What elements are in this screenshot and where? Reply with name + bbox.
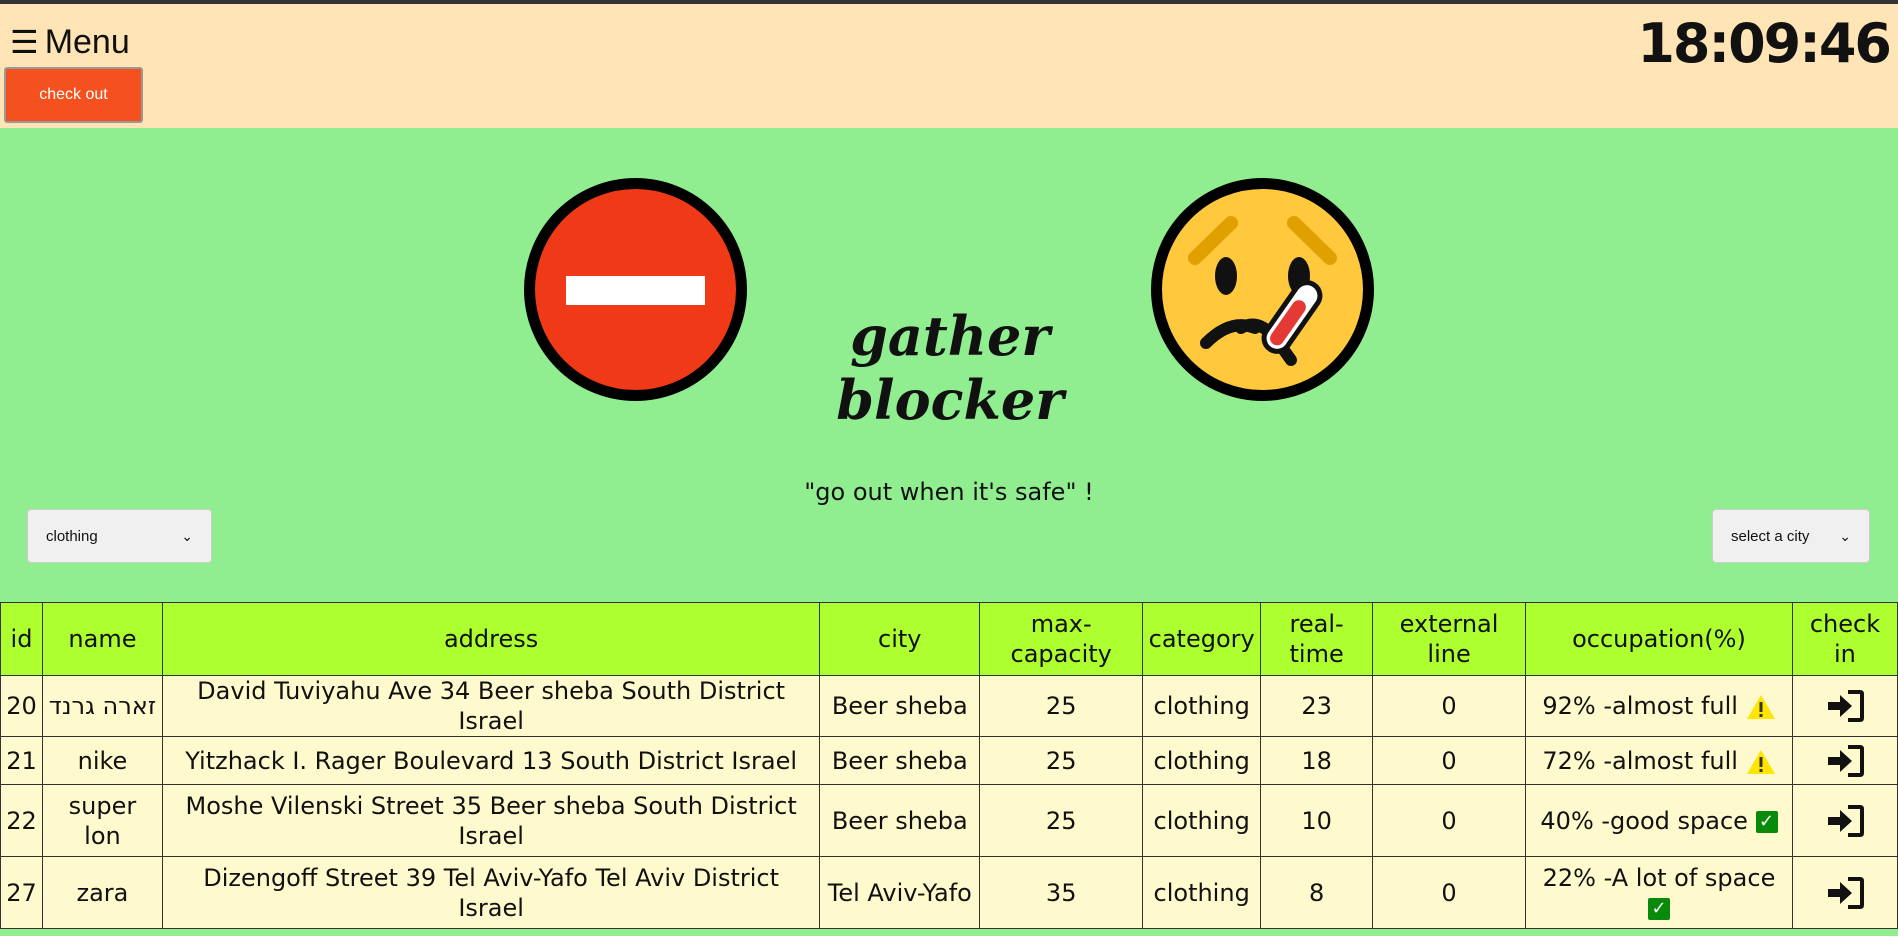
cell-name: nike bbox=[41, 736, 163, 785]
cell-real-time: 10 bbox=[1260, 784, 1374, 857]
sick-face-icon bbox=[1151, 178, 1374, 401]
cell-name: super lon bbox=[41, 784, 163, 857]
chevron-down-icon: ⌄ bbox=[181, 527, 193, 544]
cell-id: 27 bbox=[0, 856, 43, 929]
column-header: city bbox=[819, 602, 981, 676]
cell-address: Dizengoff Street 39 Tel Aviv-Yafo Tel Av… bbox=[161, 856, 821, 929]
slogan: "go out when it's safe" ! bbox=[804, 478, 1094, 506]
cell-check-in bbox=[1791, 736, 1898, 785]
table-header-row: id name address city max-capacity catego… bbox=[0, 602, 1898, 676]
cell-id: 22 bbox=[0, 784, 43, 857]
cell-occupation: 92% -almost full bbox=[1525, 675, 1793, 737]
cell-city: Beer sheba bbox=[819, 784, 981, 857]
cell-name: זארה גרנד bbox=[41, 675, 163, 737]
cell-category: clothing bbox=[1142, 784, 1262, 857]
cell-city: Beer sheba bbox=[819, 675, 981, 737]
cell-id: 20 bbox=[0, 675, 43, 737]
table-row: 21 nike Yitzhack I. Rager Boulevard 13 S… bbox=[0, 736, 1898, 785]
cell-category: clothing bbox=[1142, 856, 1262, 929]
hero-section: gather blocker "go out when it's safe" !… bbox=[0, 128, 1898, 598]
table-row: 20 זארה גרנד David Tuviyahu Ave 34 Beer … bbox=[0, 675, 1898, 737]
sign-in-icon[interactable] bbox=[1826, 690, 1864, 722]
menu-label: Menu bbox=[44, 23, 130, 61]
checkout-button[interactable]: check out bbox=[4, 67, 143, 123]
column-header: name bbox=[41, 602, 163, 676]
hamburger-icon: ☰ bbox=[10, 24, 39, 60]
warning-icon bbox=[1746, 695, 1775, 719]
cell-category: clothing bbox=[1142, 675, 1262, 737]
check-mark-icon: ✓ bbox=[1755, 810, 1778, 833]
occupation-text: 72% -almost full bbox=[1542, 746, 1738, 775]
warning-icon bbox=[1746, 749, 1775, 774]
cell-occupation: 40% -good space ✓ bbox=[1525, 784, 1793, 857]
sign-in-icon[interactable] bbox=[1826, 876, 1864, 909]
city-select[interactable]: select a city ⌄ bbox=[1712, 509, 1870, 563]
no-entry-icon bbox=[524, 178, 747, 401]
cell-real-time: 8 bbox=[1260, 856, 1374, 929]
chevron-down-icon: ⌄ bbox=[1839, 527, 1851, 544]
cell-category: clothing bbox=[1142, 736, 1262, 785]
cell-external-line: 0 bbox=[1372, 736, 1527, 785]
category-select-value: clothing bbox=[46, 527, 98, 545]
cell-occupation: 22% -A lot of space ✓ bbox=[1525, 856, 1793, 929]
cell-id: 21 bbox=[0, 736, 43, 785]
stores-table: id name address city max-capacity catego… bbox=[0, 602, 1898, 929]
cell-external-line: 0 bbox=[1372, 856, 1527, 929]
cell-check-in bbox=[1791, 784, 1898, 857]
cell-real-time: 23 bbox=[1260, 675, 1374, 737]
cell-max-capacity: 25 bbox=[979, 736, 1144, 785]
clock: 18:09:46 bbox=[1637, 12, 1892, 75]
cell-external-line: 0 bbox=[1372, 784, 1527, 857]
city-select-value: select a city bbox=[1731, 527, 1810, 545]
column-header: address bbox=[161, 602, 821, 676]
cell-max-capacity: 25 bbox=[979, 784, 1144, 857]
cell-address: Moshe Vilenski Street 35 Beer sheba Sout… bbox=[161, 784, 821, 857]
check-mark-icon: ✓ bbox=[1647, 897, 1670, 920]
menu-button[interactable]: ☰ Menu bbox=[10, 22, 130, 62]
cell-real-time: 18 bbox=[1260, 736, 1374, 785]
category-select[interactable]: clothing ⌄ bbox=[27, 509, 212, 563]
sign-in-icon[interactable] bbox=[1826, 744, 1864, 777]
cell-max-capacity: 35 bbox=[979, 856, 1144, 929]
table-row: 22 super lon Moshe Vilenski Street 35 Be… bbox=[0, 784, 1898, 857]
sign-in-icon[interactable] bbox=[1826, 804, 1864, 837]
cell-check-in bbox=[1791, 856, 1898, 929]
cell-city: Beer sheba bbox=[819, 736, 981, 785]
column-header: max-capacity bbox=[979, 602, 1144, 676]
top-header: ☰ Menu check out 18:09:46 bbox=[0, 4, 1898, 128]
column-header: real-time bbox=[1260, 602, 1374, 676]
column-header: external line bbox=[1372, 602, 1527, 676]
column-header: check in bbox=[1791, 602, 1898, 676]
cell-address: David Tuviyahu Ave 34 Beer sheba South D… bbox=[161, 675, 821, 737]
column-header: category bbox=[1142, 602, 1262, 676]
occupation-text: 92% -almost full bbox=[1542, 692, 1738, 720]
cell-occupation: 72% -almost full bbox=[1525, 736, 1793, 785]
cell-city: Tel Aviv-Yafo bbox=[819, 856, 981, 929]
table-row: 27 zara Dizengoff Street 39 Tel Aviv-Yaf… bbox=[0, 856, 1898, 929]
occupation-text: 40% -good space bbox=[1540, 806, 1748, 835]
column-header: occupation(%) bbox=[1525, 602, 1793, 676]
cell-name: zara bbox=[41, 856, 163, 929]
page-title: gather blocker bbox=[836, 304, 1064, 432]
column-header: id bbox=[0, 602, 43, 676]
occupation-text: 22% -A lot of space bbox=[1542, 863, 1776, 892]
cell-external-line: 0 bbox=[1372, 675, 1527, 737]
cell-max-capacity: 25 bbox=[979, 675, 1144, 737]
cell-check-in bbox=[1791, 675, 1898, 737]
cell-address: Yitzhack I. Rager Boulevard 13 South Dis… bbox=[161, 736, 821, 785]
